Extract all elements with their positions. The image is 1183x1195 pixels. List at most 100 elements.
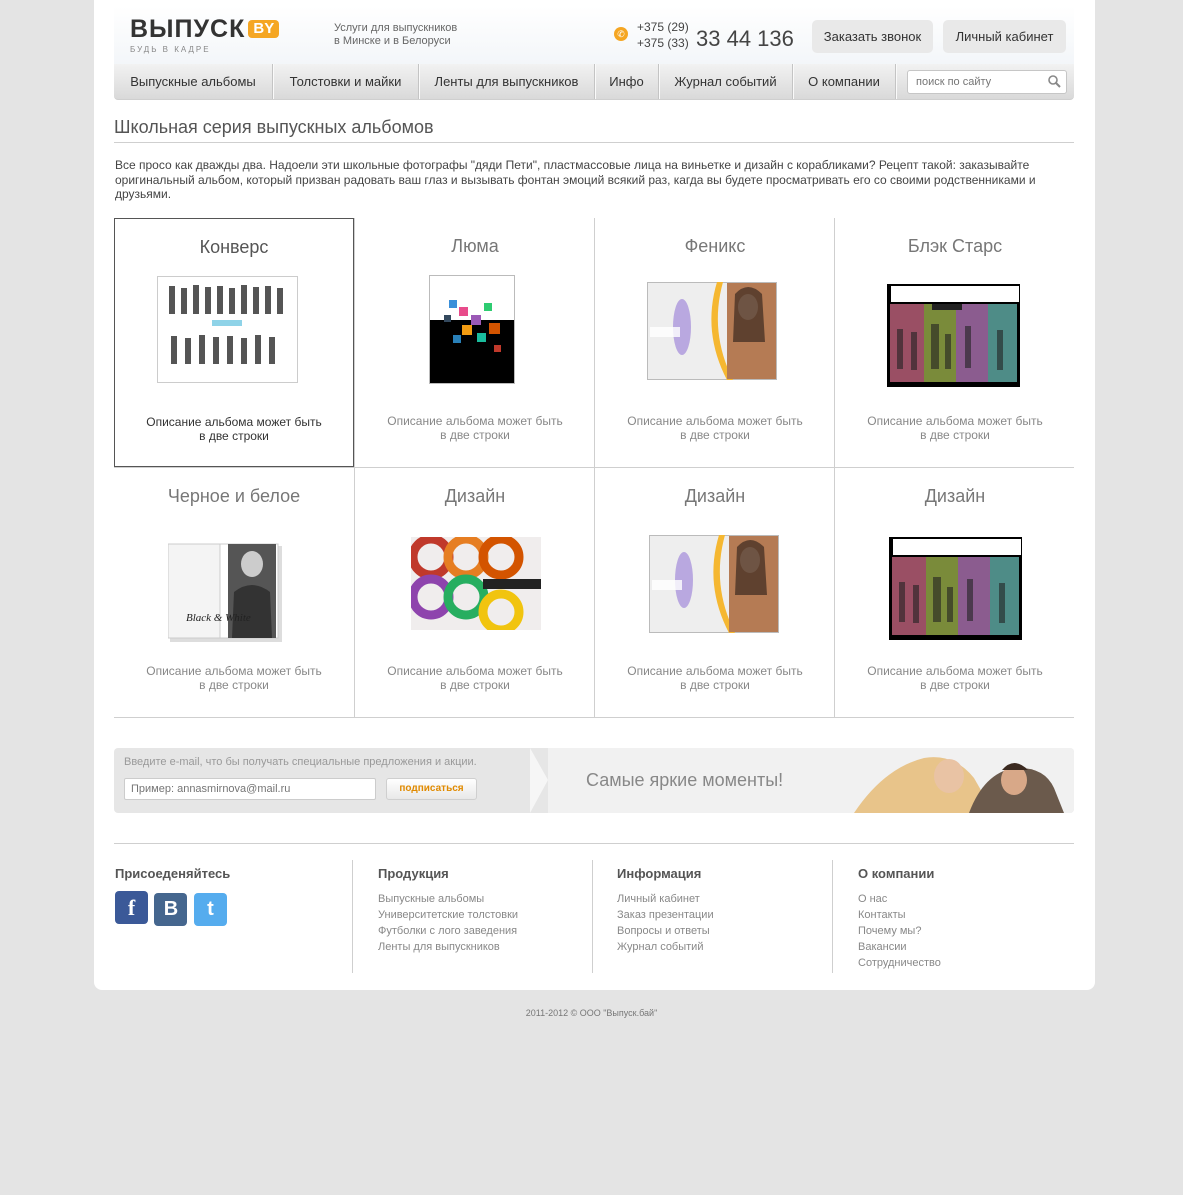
footer-link[interactable]: Личный кабинет: [617, 891, 714, 907]
album-description-line-1: Описание альбома может быть: [387, 664, 563, 678]
social-title: Присоеденяйтесь: [115, 866, 231, 881]
logo-tagline: БУДЬ В КАДРЕ: [130, 45, 211, 54]
album-card-black-white[interactable]: Черное и белое Black & White Описание ал…: [114, 468, 354, 717]
footer-link[interactable]: Контакты: [858, 907, 941, 923]
album-thumbnail: [889, 537, 1022, 640]
information-title: Информация: [617, 866, 702, 881]
album-description: Описание альбома может быть в две строки: [114, 664, 354, 692]
album-description: Описание альбома может быть в две строки: [595, 664, 835, 692]
nav-item-events[interactable]: Журнал событий: [659, 64, 793, 99]
album-card-converse[interactable]: Конверс Описание альбома может быть в две…: [114, 218, 354, 467]
intro-text: Все просо как дважды два. Надоели эти шк…: [115, 158, 1036, 201]
footer-link[interactable]: Выпускные альбомы: [378, 891, 518, 907]
album-description-line-1: Описание альбома может быть: [146, 664, 322, 678]
search-input[interactable]: [908, 71, 1046, 93]
album-thumbnail: [429, 275, 515, 384]
album-description: Описание альбома может быть в две строки: [835, 664, 1075, 692]
vkontakte-icon[interactable]: B: [154, 893, 188, 926]
cabinet-button[interactable]: Личный кабинет: [943, 20, 1066, 53]
logo-badge: BY: [248, 20, 280, 38]
album-title: Люма: [451, 236, 499, 256]
footer-link[interactable]: Почему мы?: [858, 923, 941, 939]
album-card-phoenix[interactable]: Феникс Описание альбома может быть в две …: [595, 218, 835, 467]
twitter-icon[interactable]: t: [193, 893, 227, 926]
logo[interactable]: ВЫПУСК BY БУДЬ В КАДРЕ: [130, 17, 280, 54]
footer-link[interactable]: Ленты для выпускников: [378, 939, 518, 955]
footer-company: О компании О нас Контакты Почему мы? Вак…: [858, 866, 941, 971]
footer-social: Присоеденяйтесь f B t: [115, 866, 230, 926]
footer-link[interactable]: Вопросы и ответы: [617, 923, 714, 939]
album-card-luma[interactable]: Люма Описание альбома может быть в две ст…: [355, 218, 595, 467]
album-title: Дизайн: [444, 486, 506, 506]
footer-link[interactable]: Сотрудничество: [858, 955, 941, 971]
phone-number: 33 44 136: [696, 26, 794, 51]
album-description-line-2: в две строки: [440, 428, 510, 442]
email-field[interactable]: [124, 778, 376, 800]
phone-code-2: +375 (33): [637, 36, 689, 50]
album-description-line-1: Описание альбома может быть: [867, 414, 1043, 428]
album-description-line-2: в две строки: [199, 678, 269, 692]
album-thumbnail: [649, 535, 779, 633]
logo-text: ВЫПУСК: [130, 15, 246, 43]
album-title: Феникс: [684, 236, 746, 256]
album-description: Описание альбома может быть в две строки: [355, 414, 595, 442]
nav-item-info[interactable]: Инфо: [595, 64, 659, 99]
footer-link[interactable]: Вакансии: [858, 939, 941, 955]
footer-products: Продукция Выпускные альбомы Университетс…: [378, 866, 518, 955]
grid-divider: [114, 717, 1074, 718]
album-thumbnail: [647, 282, 777, 380]
footer-link[interactable]: Заказ презентации: [617, 907, 714, 923]
facebook-icon[interactable]: f: [115, 891, 148, 924]
footer-link[interactable]: Футболки с лого заведения: [378, 923, 518, 939]
footer-divider: [114, 843, 1074, 844]
subscribe-button[interactable]: подписаться: [386, 778, 477, 800]
nav-item-ribbons[interactable]: Ленты для выпускников: [419, 64, 595, 99]
album-description-line-1: Описание альбома может быть: [387, 414, 563, 428]
banner-arrow: [530, 748, 548, 813]
nav-item-about[interactable]: О компании: [793, 64, 896, 99]
album-title: Блэк Старс: [907, 236, 1003, 256]
callback-button[interactable]: Заказать звонок: [812, 20, 933, 53]
album-title: Черное и белое: [167, 486, 301, 506]
footer-link[interactable]: Университетские толстовки: [378, 907, 518, 923]
footer-information: Информация Личный кабинет Заказ презента…: [617, 866, 714, 955]
copyright: 2011-2012 © ООО "Выпуск.бай": [525, 1008, 658, 1018]
footer-separator: [832, 860, 833, 973]
album-title: Дизайн: [924, 486, 986, 506]
products-title: Продукция: [378, 866, 449, 881]
main-nav: Выпускные альбомы Толстовки и майки Лент…: [114, 64, 1074, 100]
company-title: О компании: [858, 866, 935, 881]
album-description: Описание альбома может быть в две строки: [595, 414, 835, 442]
phone-icon: ✆: [614, 27, 628, 41]
album-thumbnail: [887, 284, 1020, 387]
services-line-2: в Минске и в Белоруси: [334, 35, 451, 47]
site-header: ВЫПУСК BY БУДЬ В КАДРЕ Услуги для выпускн…: [114, 6, 1074, 64]
album-card-design-1[interactable]: Дизайн Описание альбома может быть в две …: [355, 468, 595, 717]
album-description-line-2: в две строки: [440, 678, 510, 692]
subscribe-banner: Введите e-mail, что бы получать специаль…: [114, 748, 1074, 813]
search-icon[interactable]: [1048, 75, 1061, 88]
page-title: Школьная серия выпускных альбомов: [114, 117, 434, 137]
footer-link[interactable]: Журнал событий: [617, 939, 714, 955]
album-description-line-1: Описание альбома может быть: [627, 414, 803, 428]
nav-item-hoodies[interactable]: Толстовки и майки: [273, 64, 419, 99]
album-thumbnail: [157, 276, 298, 383]
album-cover-text: Black & White: [186, 612, 251, 624]
album-description: Описание альбома может быть в две строки: [115, 415, 353, 443]
nav-item-albums[interactable]: Выпускные альбомы: [114, 64, 273, 99]
album-card-black-stars[interactable]: Блэк Старс Описание альбома может быть в …: [835, 218, 1075, 467]
subscribe-label: Введите e-mail, что бы получать специаль…: [124, 756, 477, 768]
album-description-line-2: в две строки: [199, 429, 269, 443]
footer-separator: [352, 860, 353, 973]
album-card-design-2[interactable]: Дизайн Описание альбома может быть в две …: [595, 468, 835, 717]
album-description-line-1: Описание альбома может быть: [867, 664, 1043, 678]
footer-separator: [592, 860, 593, 973]
album-description-line-1: Описание альбома может быть: [627, 664, 803, 678]
phone-code-1: +375 (29): [637, 20, 689, 34]
footer-link[interactable]: О нас: [858, 891, 941, 907]
promo-photo: [854, 757, 1064, 813]
album-title: Дизайн: [684, 486, 746, 506]
page-container: ВЫПУСК BY БУДЬ В КАДРЕ Услуги для выпускн…: [94, 0, 1095, 990]
album-description-line-2: в две строки: [680, 678, 750, 692]
album-card-design-3[interactable]: Дизайн Описание альбома может быть в две …: [835, 468, 1075, 717]
